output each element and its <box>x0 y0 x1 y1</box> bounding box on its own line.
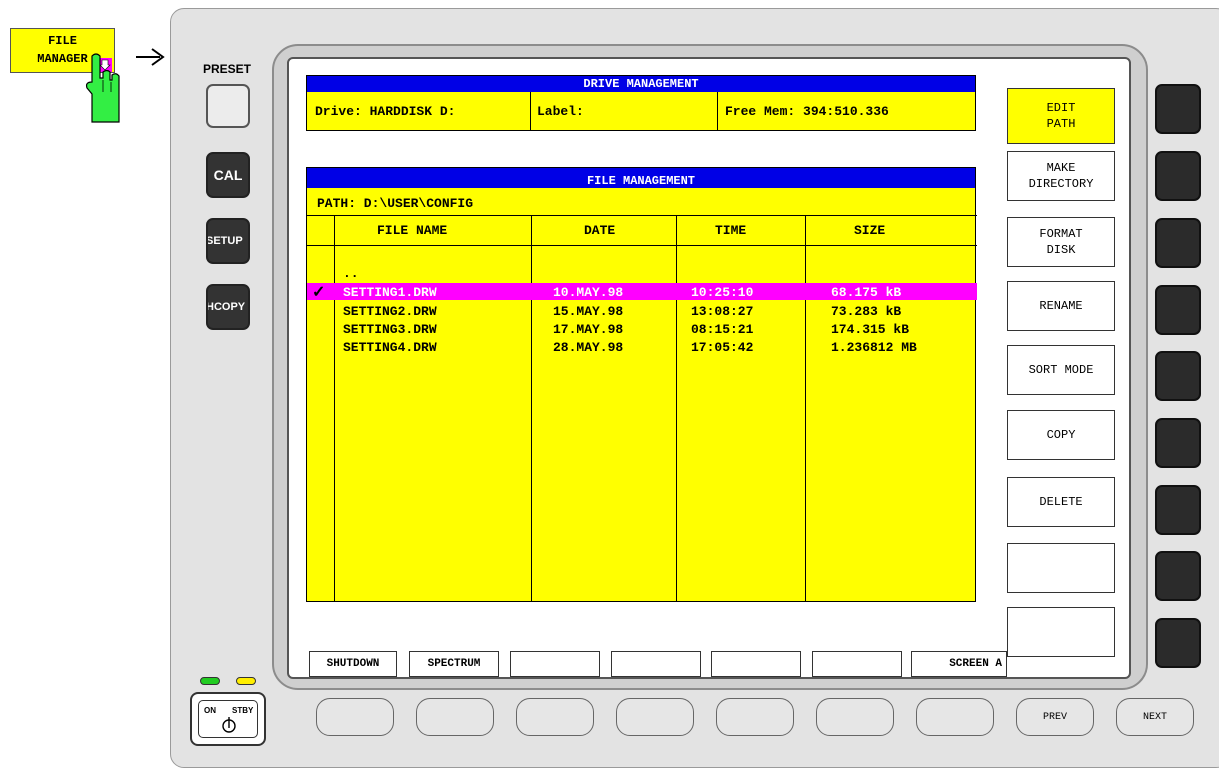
spectrum-softkey[interactable]: SPECTRUM <box>409 651 499 677</box>
screen-a-label: SCREEN A <box>949 658 1002 670</box>
format-disk-softkey[interactable]: FORMAT DISK <box>1007 217 1115 267</box>
power-icon <box>222 717 236 733</box>
rename-label: RENAME <box>1039 299 1083 313</box>
edit-path-softkey[interactable]: EDIT PATH <box>1007 88 1115 144</box>
label-field: Label: <box>537 104 584 119</box>
format-disk-label-1: FORMAT <box>1039 227 1083 241</box>
hardkey-right-8[interactable] <box>1155 551 1201 601</box>
make-directory-softkey[interactable]: MAKE DIRECTORY <box>1007 151 1115 201</box>
hardkey-bottom-1[interactable] <box>316 698 394 736</box>
row1-name: SETTING1.DRW <box>343 285 437 300</box>
hardkey-bottom-7[interactable] <box>916 698 994 736</box>
row4-time: 17:05:42 <box>691 340 754 355</box>
hardkey-bottom-3[interactable] <box>516 698 594 736</box>
row1-time: 10:25:10 <box>691 285 754 300</box>
preset-button[interactable] <box>206 84 250 128</box>
spectrum-label: SPECTRUM <box>427 658 481 670</box>
hardkey-right-4[interactable] <box>1155 285 1201 335</box>
col-time[interactable]: TIME <box>715 223 746 238</box>
drive-management-title: DRIVE MANAGEMENT <box>307 76 975 92</box>
empty-bottom-softkey-3[interactable] <box>510 651 600 677</box>
prev-button[interactable]: PREV <box>1016 698 1094 736</box>
empty-bottom-softkey-5[interactable] <box>711 651 801 677</box>
hcopy-button[interactable]: HCOPY <box>206 284 250 330</box>
path-field[interactable]: PATH: D:\USER\CONFIG <box>317 196 473 211</box>
hand-pointer-icon <box>85 53 120 123</box>
hardkey-right-3[interactable] <box>1155 218 1201 268</box>
preset-label: PRESET <box>203 62 252 76</box>
on-label: ON <box>204 706 216 715</box>
hardkey-bottom-4[interactable] <box>616 698 694 736</box>
row1-size: 68.175 kB <box>831 285 902 300</box>
empty-softkey-9[interactable] <box>1007 607 1115 657</box>
setup-button[interactable]: SETUP <box>206 218 250 264</box>
row2-date: 15.MAY.98 <box>553 304 624 319</box>
hardkey-bottom-2[interactable] <box>416 698 494 736</box>
cal-button[interactable]: CAL <box>206 152 250 198</box>
make-directory-label-2: DIRECTORY <box>1028 177 1094 191</box>
hardkey-right-6[interactable] <box>1155 418 1201 468</box>
parent-directory[interactable]: .. <box>343 266 359 281</box>
file-manager-label-1: FILE <box>48 34 77 48</box>
file-management-title: FILE MANAGEMENT <box>307 168 975 188</box>
col-file-name[interactable]: FILE NAME <box>377 223 447 238</box>
row3-date: 17.MAY.98 <box>553 322 624 337</box>
hardkey-right-5[interactable] <box>1155 351 1201 401</box>
cal-label: CAL <box>213 167 243 183</box>
row3-name: SETTING3.DRW <box>343 322 437 337</box>
stby-label: STBY <box>232 706 254 715</box>
setup-label: SETUP <box>206 235 243 247</box>
row3-time: 08:15:21 <box>691 322 754 337</box>
sort-mode-label: SORT MODE <box>1028 363 1094 377</box>
right-arrow-icon <box>136 48 165 66</box>
copy-label: COPY <box>1046 428 1076 442</box>
drive-field: Drive: HARDDISK D: <box>315 104 456 119</box>
power-switch[interactable]: ON STBY <box>190 692 266 746</box>
hardkey-bottom-5[interactable] <box>716 698 794 736</box>
row4-date: 28.MAY.98 <box>553 340 624 355</box>
empty-bottom-softkey-6[interactable] <box>812 651 902 677</box>
check-mark-icon: ✓ <box>312 284 326 302</box>
hardkey-right-2[interactable] <box>1155 151 1201 201</box>
row4-name: SETTING4.DRW <box>343 340 437 355</box>
row2-size: 73.283 kB <box>831 304 902 319</box>
drive-management-panel: DRIVE MANAGEMENT Drive: HARDDISK D: Labe… <box>306 75 976 131</box>
hardkey-bottom-6[interactable] <box>816 698 894 736</box>
sort-mode-softkey[interactable]: SORT MODE <box>1007 345 1115 395</box>
format-disk-label-2: DISK <box>1046 243 1076 257</box>
delete-softkey[interactable]: DELETE <box>1007 477 1115 527</box>
delete-label: DELETE <box>1039 495 1083 509</box>
empty-bottom-softkey-4[interactable] <box>611 651 701 677</box>
free-mem-field: Free Mem: 394:510.336 <box>725 104 889 119</box>
rename-softkey[interactable]: RENAME <box>1007 281 1115 331</box>
row2-time: 13:08:27 <box>691 304 754 319</box>
next-label: NEXT <box>1142 711 1167 723</box>
prev-label: PREV <box>1042 711 1067 723</box>
col-date[interactable]: DATE <box>584 223 615 238</box>
hcopy-label: HCOPY <box>206 301 246 313</box>
row3-size: 174.315 kB <box>831 322 910 337</box>
standby-led <box>236 677 256 685</box>
row1-date: 10.MAY.98 <box>553 285 624 300</box>
make-directory-label-1: MAKE <box>1046 161 1076 175</box>
row4-size: 1.236812 MB <box>831 340 917 355</box>
hardkey-right-9[interactable] <box>1155 618 1201 668</box>
col-size[interactable]: SIZE <box>854 223 885 238</box>
on-led <box>200 677 220 685</box>
shutdown-softkey[interactable]: SHUTDOWN <box>309 651 397 677</box>
next-button[interactable]: NEXT <box>1116 698 1194 736</box>
shutdown-label: SHUTDOWN <box>326 658 380 670</box>
file-management-panel: FILE MANAGEMENT PATH: D:\USER\CONFIG FIL… <box>306 167 977 602</box>
hardkey-right-7[interactable] <box>1155 485 1201 535</box>
empty-softkey-8[interactable] <box>1007 543 1115 593</box>
screen-a-softkey[interactable]: SCREEN A <box>911 651 1007 677</box>
hardkey-right-1[interactable] <box>1155 84 1201 134</box>
copy-softkey[interactable]: COPY <box>1007 410 1115 460</box>
edit-path-label-1: EDIT <box>1046 101 1076 115</box>
row2-name: SETTING2.DRW <box>343 304 437 319</box>
edit-path-label-2: PATH <box>1046 117 1076 131</box>
